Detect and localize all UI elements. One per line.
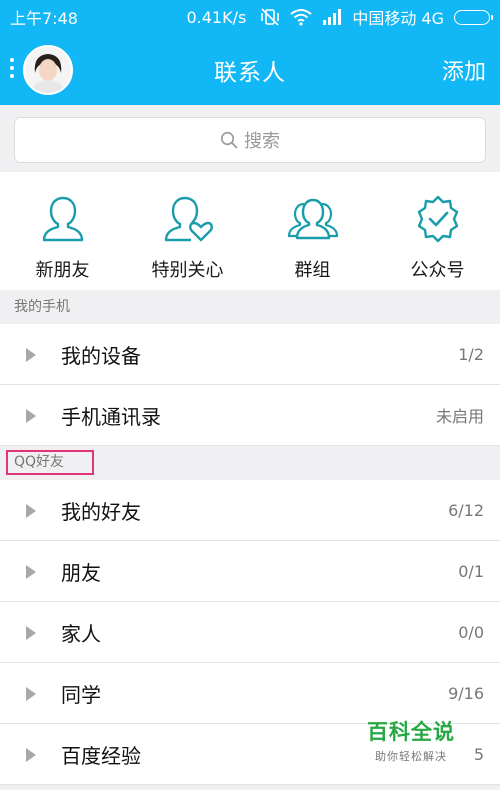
- watermark: 百科全说 助你轻松解决: [366, 716, 456, 764]
- list-item-name: 我的好友: [61, 499, 141, 524]
- section-my-phone: 我的手机: [0, 290, 500, 324]
- list-item-count: 未启用: [435, 407, 484, 426]
- list-item-count: 0/0: [458, 622, 484, 642]
- carrier-label: 中国移动 4G: [352, 9, 444, 28]
- page-title: 联系人: [214, 59, 286, 86]
- official-account-icon: [417, 195, 458, 243]
- mute-vibrate-icon: [261, 8, 280, 26]
- list-item-my-friends[interactable]: 我的好友 6/12: [0, 480, 500, 541]
- status-bar: 上午7:48 0.41K/s 中国移动 4G: [0, 0, 500, 34]
- expand-arrow-icon: [26, 626, 36, 640]
- add-button[interactable]: 添加: [442, 54, 486, 86]
- expand-arrow-icon: [26, 409, 36, 423]
- section-qq-friends-label: QQ好友: [6, 450, 94, 475]
- quick-entries: 新朋友 特别关心 群组 公众号: [0, 172, 500, 290]
- menu-dots-icon[interactable]: [10, 58, 14, 78]
- list-item-count: 0/1: [458, 561, 484, 581]
- quick-special-care[interactable]: 特别关心: [125, 172, 250, 290]
- list-item-classmates[interactable]: 同学 9/16: [0, 663, 500, 724]
- quick-new-friend-label: 新朋友: [35, 260, 90, 281]
- list-item-my-devices[interactable]: 我的设备 1/2: [0, 324, 500, 385]
- quick-special-care-label: 特别关心: [151, 260, 224, 281]
- watermark-subtitle: 助你轻松解决: [375, 750, 447, 763]
- expand-arrow-icon: [26, 748, 36, 762]
- app-header: 联系人 添加: [0, 34, 500, 105]
- search-icon: [220, 131, 238, 149]
- search-input[interactable]: 搜索: [14, 117, 486, 163]
- battery-icon: [454, 9, 493, 25]
- expand-arrow-icon: [26, 504, 36, 518]
- list-item-name: 手机通讯录: [61, 404, 161, 429]
- status-time: 上午7:48: [10, 9, 78, 28]
- section-qq-friends: QQ好友: [0, 446, 500, 480]
- search-area: 搜索: [0, 105, 500, 172]
- list-item-name: 家人: [61, 621, 101, 646]
- list-item-friends[interactable]: 朋友 0/1: [0, 541, 500, 602]
- list-item-name: 朋友: [61, 560, 101, 585]
- list-item-name: 百度经验: [61, 743, 141, 768]
- watermark-title: 百科全说: [367, 720, 455, 744]
- new-friend-icon: [42, 196, 83, 242]
- search-placeholder: 搜索: [244, 131, 280, 152]
- quick-official-account[interactable]: 公众号: [375, 172, 500, 290]
- list-item-name: 我的设备: [61, 343, 141, 368]
- network-speed: 0.41K/s: [186, 7, 247, 27]
- list-item-family[interactable]: 家人 0/0: [0, 602, 500, 663]
- group-icon: [287, 198, 338, 240]
- expand-arrow-icon: [26, 565, 36, 579]
- list-item-count: 6/12: [448, 500, 484, 520]
- list-item-name: 同学: [61, 682, 101, 707]
- quick-new-friend[interactable]: 新朋友: [0, 172, 125, 290]
- list-item-count: 9/16: [448, 683, 484, 703]
- user-portrait-icon: [25, 47, 71, 93]
- quick-group[interactable]: 群组: [250, 172, 375, 290]
- expand-arrow-icon: [26, 348, 36, 362]
- expand-arrow-icon: [26, 687, 36, 701]
- list-item-phone-contacts[interactable]: 手机通讯录 未启用: [0, 385, 500, 446]
- list-item-count: 5: [473, 744, 484, 764]
- signal-icon: [323, 9, 342, 25]
- wifi-icon: [290, 9, 312, 26]
- list-item-count: 1/2: [458, 344, 484, 364]
- avatar[interactable]: [23, 45, 73, 95]
- quick-official-account-label: 公众号: [410, 260, 465, 281]
- special-care-icon: [164, 196, 213, 242]
- quick-group-label: 群组: [294, 260, 331, 281]
